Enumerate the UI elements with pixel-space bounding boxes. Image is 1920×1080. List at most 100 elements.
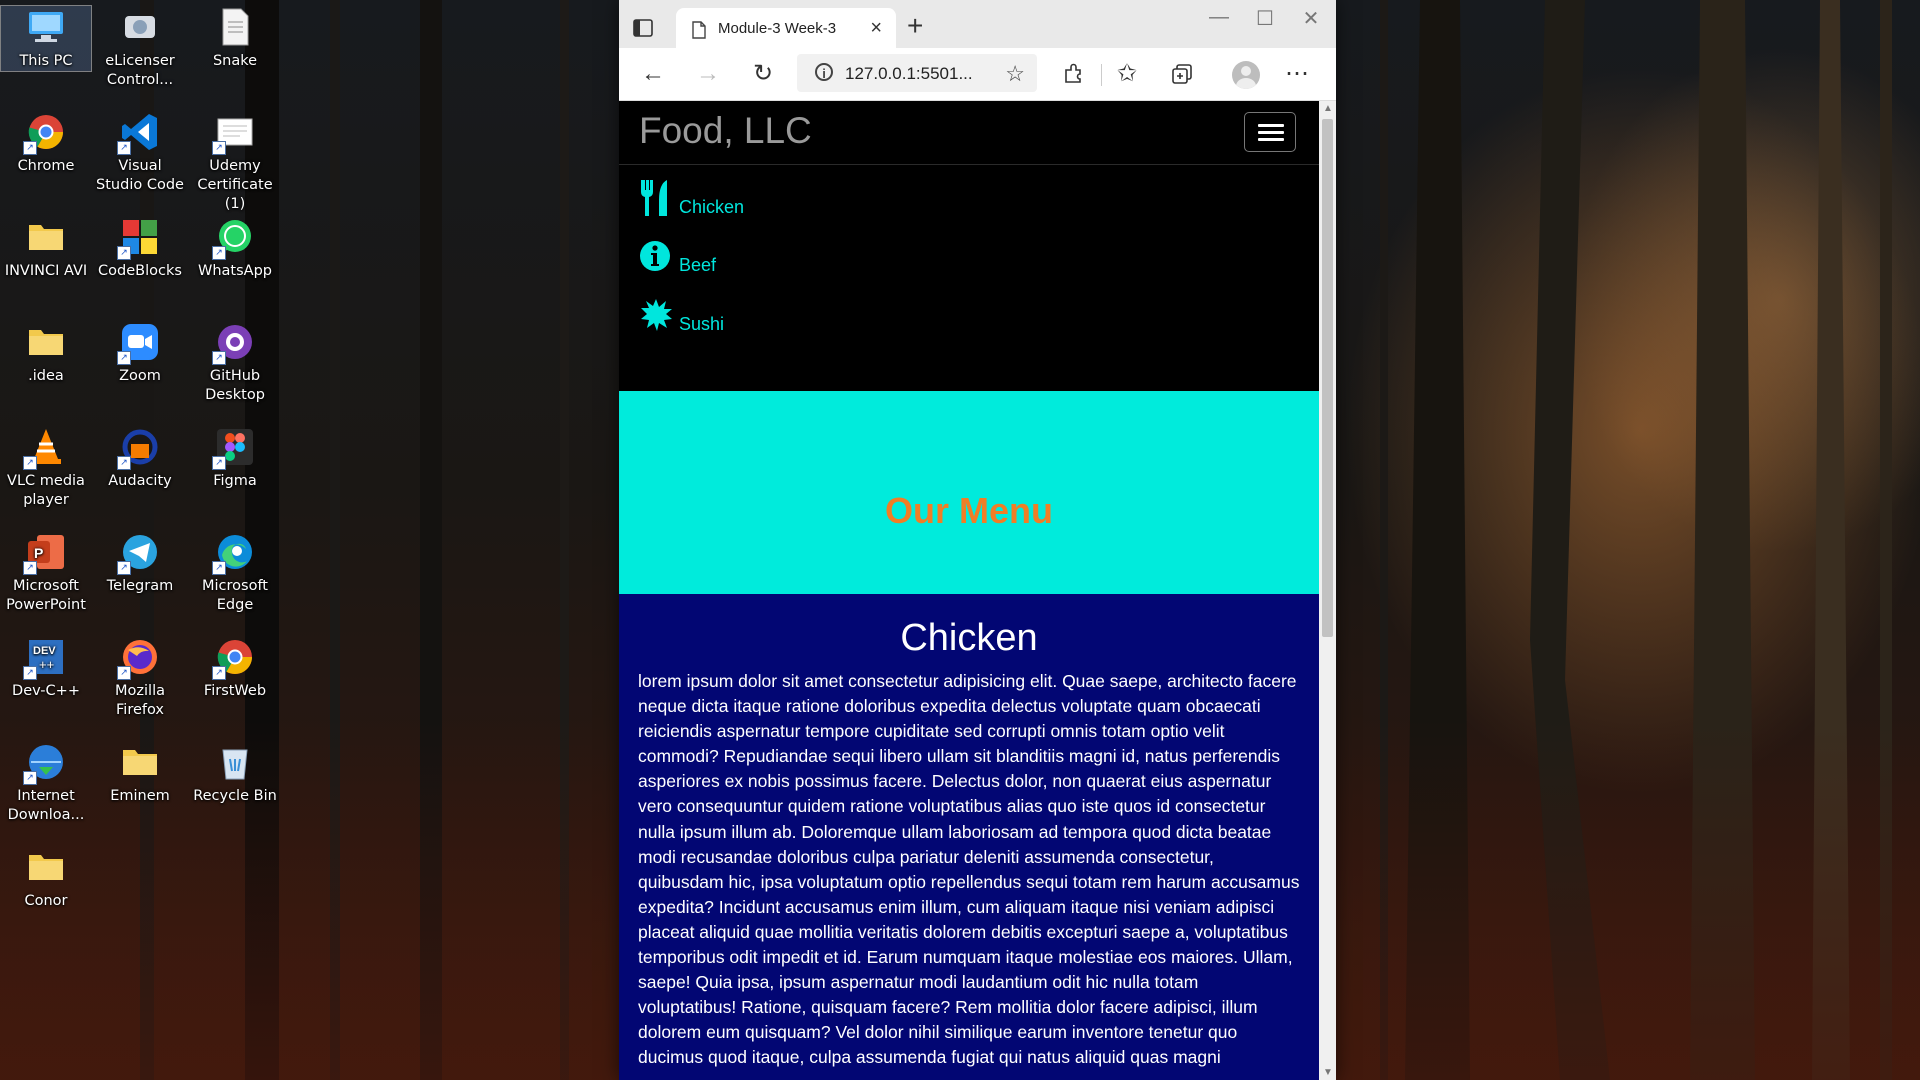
jumbotron: Our Menu [619, 391, 1319, 594]
shortcut-arrow-icon: ↗ [117, 666, 131, 680]
site-navbar: Food, LLC [619, 101, 1319, 165]
hamburger-menu-button[interactable] [1244, 112, 1296, 152]
codeblocks-icon: ↗ [117, 216, 161, 260]
recycle-bin-icon [214, 741, 256, 783]
certificate-file-icon: ↗ [212, 111, 256, 155]
powerpoint-icon: P ↗ [23, 531, 67, 575]
scroll-down-icon[interactable]: ▼ [1323, 1067, 1333, 1078]
jumbotron-title: Our Menu [885, 490, 1053, 531]
site-info-icon[interactable]: i [815, 63, 833, 81]
nav-link-label: Chicken [679, 197, 745, 217]
vlc-icon: ↗ [23, 426, 67, 470]
desktop-icon-label: Visual Studio Code [96, 158, 184, 193]
nav-link-beef[interactable]: Beef [639, 236, 716, 276]
close-window-button[interactable]: ✕ [1288, 6, 1334, 36]
edge-browser-window: Module-3 Week-3 × + — ☐ ✕ ← → ↻ i 127.0.… [619, 0, 1336, 1080]
computer-icon [25, 6, 67, 48]
shortcut-arrow-icon: ↗ [117, 351, 131, 365]
desktop-icon-vlc-media-player[interactable]: ↗ VLC media player [1, 426, 91, 510]
profile-avatar[interactable] [1232, 61, 1260, 89]
vscode-icon: ↗ [117, 111, 161, 155]
desktop-icon-elicenser-control[interactable]: eLicenser Control... [95, 6, 185, 90]
shortcut-arrow-icon: ↗ [212, 561, 226, 575]
desktop-icon-label: VLC media player [7, 473, 85, 508]
desktop-icon-conor[interactable]: Conor [1, 846, 91, 911]
shortcut-arrow-icon: ↗ [117, 456, 131, 470]
desktop-icon-internet-downloa[interactable]: ↗ Internet Downloa... [1, 741, 91, 825]
shortcut-arrow-icon: ↗ [117, 561, 131, 575]
desktop-icon-invinci-avi[interactable]: INVINCI AVI [1, 216, 91, 281]
svg-text:++: ++ [39, 657, 54, 672]
desktop-icon-label: This PC [19, 53, 73, 69]
zoom-icon: ↗ [117, 321, 161, 365]
chrome-icon: ↗ [23, 111, 67, 155]
scroll-up-icon[interactable]: ▲ [1323, 103, 1333, 114]
starburst-icon [639, 295, 677, 335]
desktop-icon-microsoft-powerpoint[interactable]: P ↗ Microsoft PowerPoint [1, 531, 91, 615]
desktop-icon-zoom[interactable]: ↗ Zoom [95, 321, 185, 386]
fork-knife-icon [639, 178, 677, 218]
address-bar[interactable]: i 127.0.0.1:5501... ☆ [797, 54, 1037, 92]
back-icon[interactable]: ← [639, 60, 667, 88]
tab-title: Module-3 Week-3 [718, 20, 837, 37]
forward-icon[interactable]: → [694, 60, 722, 88]
desktop-icon-snake[interactable]: Snake [190, 6, 280, 71]
shortcut-arrow-icon: ↗ [212, 246, 226, 260]
desktop-icon-codeblocks[interactable]: ↗ CodeBlocks [95, 216, 185, 281]
desktop-icon-label: Microsoft PowerPoint [6, 578, 86, 613]
desktop-icon-audacity[interactable]: ↗ Audacity [95, 426, 185, 491]
desktop-icon-visual-studio-code[interactable]: ↗ Visual Studio Code [95, 111, 185, 195]
extensions-icon[interactable] [1059, 60, 1087, 88]
desktop-icon-udemy-certificate-1[interactable]: ↗ Udemy Certificate (1) [190, 111, 280, 214]
desktop-icon-mozilla-firefox[interactable]: ↗ Mozilla Firefox [95, 636, 185, 720]
nav-link-label: Sushi [679, 314, 725, 334]
desktop-icon-label: Figma [213, 473, 257, 489]
desktop-icon-label: Audacity [108, 473, 172, 489]
desktop-icon-telegram[interactable]: ↗ Telegram [95, 531, 185, 596]
close-tab-icon[interactable]: × [870, 17, 882, 40]
folder-icon [25, 846, 67, 888]
desktop-icon-recycle-bin[interactable]: Recycle Bin [190, 741, 280, 806]
page-viewport: Food, LLC Chicken Beef Sushi Our Menu Ch… [619, 101, 1319, 1080]
collections-icon[interactable] [1168, 60, 1196, 88]
scrollbar-thumb[interactable] [1322, 119, 1333, 637]
chrome-icon: ↗ [212, 636, 256, 680]
shortcut-arrow-icon: ↗ [117, 141, 131, 155]
brand-name[interactable]: Food, LLC [639, 110, 812, 152]
desktop-icon-whatsapp[interactable]: ↗ WhatsApp [190, 216, 280, 281]
more-options-icon[interactable]: ⋯ [1283, 60, 1311, 88]
tab-actions-icon[interactable] [633, 19, 655, 39]
refresh-icon[interactable]: ↻ [749, 60, 777, 88]
desktop-icon-dev-c[interactable]: DEV ++ ↗ Dev-C++ [1, 636, 91, 701]
desktop-icon-label: WhatsApp [198, 263, 272, 279]
new-tab-button[interactable]: + [907, 12, 923, 40]
nav-link-sushi[interactable]: Sushi [639, 295, 724, 335]
minimize-button[interactable]: — [1196, 6, 1242, 36]
desktop-icon-label: Zoom [119, 368, 161, 384]
desktop-icon-label: Snake [212, 53, 258, 69]
menu-section: Chicken lorem ipsum dolor sit amet conse… [619, 594, 1319, 1080]
devcpp-icon: DEV ++ ↗ [23, 636, 67, 680]
nav-link-chicken[interactable]: Chicken [639, 178, 744, 218]
section-title: Chicken [900, 617, 1038, 659]
page-icon [692, 21, 706, 39]
desktop-icon-microsoft-edge[interactable]: ↗ Microsoft Edge [190, 531, 280, 615]
maximize-button[interactable]: ☐ [1242, 6, 1288, 36]
desktop-icon-this-pc[interactable]: This PC [0, 5, 92, 72]
whatsapp-icon: ↗ [212, 216, 256, 260]
shortcut-arrow-icon: ↗ [212, 456, 226, 470]
favorites-icon[interactable]: ✩ [1113, 60, 1141, 88]
page-scrollbar[interactable]: ▲ ▼ [1319, 101, 1336, 1080]
svg-text:DEV: DEV [33, 645, 56, 657]
firefox-icon: ↗ [117, 636, 161, 680]
desktop-icon-idea[interactable]: .idea [1, 321, 91, 386]
desktop-icon-firstweb[interactable]: ↗ FirstWeb [190, 636, 280, 701]
desktop-icon-eminem[interactable]: Eminem [95, 741, 185, 806]
desktop-icon-label: Recycle Bin [193, 788, 277, 804]
add-favorite-icon[interactable]: ☆ [1005, 61, 1025, 87]
desktop-icon-figma[interactable]: ↗ Figma [190, 426, 280, 491]
desktop-icon-label: CodeBlocks [98, 263, 182, 279]
tab-module-3[interactable]: Module-3 Week-3 × [676, 8, 896, 48]
desktop-icon-github-desktop[interactable]: ↗ GitHub Desktop [190, 321, 280, 405]
desktop-icon-chrome[interactable]: ↗ Chrome [1, 111, 91, 176]
